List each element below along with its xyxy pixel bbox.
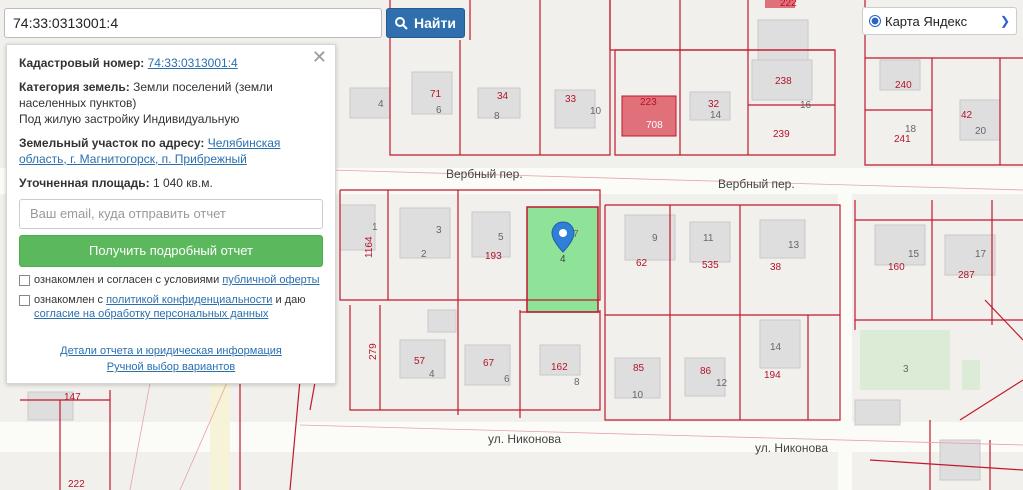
parcel-label: 17 xyxy=(975,249,987,260)
parcel-label: 6 xyxy=(504,374,510,385)
parcel-label: 16 xyxy=(800,100,812,111)
manual-link[interactable]: Ручной выбор вариантов xyxy=(107,361,235,373)
usage-value: Под жилую застройку Индивидуальную xyxy=(19,112,240,126)
parcel-label: 9 xyxy=(652,233,658,244)
parcel-label: 86 xyxy=(700,366,712,377)
parcel-label: 1164 xyxy=(364,236,375,258)
parcel-label: 18 xyxy=(905,124,917,135)
parcel-label: 239 xyxy=(773,129,790,140)
street-label: ул. Никонова xyxy=(488,432,561,446)
street-label: Вербный пер. xyxy=(446,167,523,181)
offer-link[interactable]: публичной оферты xyxy=(222,274,319,286)
get-report-button[interactable]: Получить подробный отчет xyxy=(19,235,323,267)
parcel-label: 15 xyxy=(908,249,920,260)
chevron-down-icon: ❯ xyxy=(999,14,1010,28)
parcel-label: 34 xyxy=(497,91,509,102)
parcel-label: 12 xyxy=(716,378,728,389)
parcel-label: 708 xyxy=(646,120,663,131)
parcel-label: 4 xyxy=(429,369,435,380)
parcel-label: 11 xyxy=(703,233,714,244)
parcel-label: 1 xyxy=(372,222,378,233)
parcel-label: 287 xyxy=(958,270,975,281)
street-label: ул. Никонова xyxy=(755,441,828,455)
parcel-label: 223 xyxy=(640,97,657,108)
parcel-label: 5 xyxy=(498,232,504,243)
search-button-label: Найти xyxy=(414,15,456,31)
parcel-label: 3 xyxy=(436,225,442,236)
parcel-label: 38 xyxy=(770,262,782,273)
parcel-label: 4 xyxy=(378,99,384,110)
parcel-info-panel: ✕ Кадастровый номер: 74:33:0313001:4 Кат… xyxy=(6,44,336,384)
parcel-label: 238 xyxy=(775,76,792,87)
address-label: Земельный участок по адресу: xyxy=(19,136,205,150)
data-consent-link[interactable]: согласие на обработку персональных данны… xyxy=(34,308,268,320)
parcel-label: 67 xyxy=(483,358,495,369)
parcel-label: 85 xyxy=(633,363,645,374)
parcel-label: 33 xyxy=(565,94,577,105)
parcel-label: 241 xyxy=(894,134,911,145)
parcel-label: 13 xyxy=(788,240,800,251)
parcel-label: 193 xyxy=(485,251,502,262)
parcel-label: 240 xyxy=(895,80,912,91)
email-field[interactable]: Ваш email, куда отправить отчет xyxy=(19,199,323,229)
area-label: Уточненная площадь: xyxy=(19,176,150,190)
parcel-label: 279 xyxy=(368,343,379,360)
radio-icon xyxy=(869,15,881,27)
parcel-label: 2 xyxy=(421,249,427,260)
parcel-label: 14 xyxy=(770,342,782,353)
parcel-label: 71 xyxy=(430,89,442,100)
search-icon xyxy=(395,16,408,30)
parcel-label: 535 xyxy=(702,260,719,271)
consent1-text: ознакомлен и согласен с условиями xyxy=(34,274,220,286)
parcel-label: 160 xyxy=(888,262,905,273)
privacy-checkbox[interactable] xyxy=(19,295,30,306)
search-input[interactable] xyxy=(4,8,382,38)
street-label: Вербный пер. xyxy=(718,177,795,191)
parcel-label: 147 xyxy=(64,392,81,403)
parcel-label: 6 xyxy=(436,105,442,116)
consent2-text: ознакомлен с xyxy=(34,294,104,306)
parcel-label: 32 xyxy=(708,99,720,110)
close-icon[interactable]: ✕ xyxy=(312,48,327,66)
parcel-label: 194 xyxy=(764,370,781,381)
consent2-tail: и даю xyxy=(275,294,306,306)
cadastral-label: Кадастровый номер: xyxy=(19,56,145,70)
parcel-label: 42 xyxy=(961,110,973,121)
parcel-label: 62 xyxy=(636,258,648,269)
cadastral-link[interactable]: 74:33:0313001:4 xyxy=(148,56,238,70)
details-link[interactable]: Детали отчета и юридическая информация xyxy=(60,345,282,357)
map-type-label: Карта Яндекс xyxy=(885,13,968,29)
area-value: 1 040 кв.м. xyxy=(152,176,213,190)
parcel-label: 8 xyxy=(494,111,500,122)
parcel-label: 20 xyxy=(975,126,987,137)
parcel-label: 14 xyxy=(710,110,722,121)
privacy-link[interactable]: политикой конфиденциальности xyxy=(106,294,272,306)
category-label: Категория земель: xyxy=(19,80,130,94)
parcel-label: 3 xyxy=(903,364,909,375)
parcel-label: 10 xyxy=(632,390,644,401)
parcel-label: 222 xyxy=(780,0,797,9)
parcel-label: 10 xyxy=(590,106,602,117)
map-type-selector[interactable]: Карта Яндекс ❯ xyxy=(862,7,1017,35)
search-button[interactable]: Найти xyxy=(386,8,465,38)
parcel-label: 8 xyxy=(574,377,580,388)
offer-checkbox[interactable] xyxy=(19,275,30,286)
marker-label: 4 xyxy=(560,254,566,265)
parcel-label: 162 xyxy=(551,362,568,373)
parcel-label: 222 xyxy=(68,479,85,490)
parcel-label: 57 xyxy=(414,356,426,367)
